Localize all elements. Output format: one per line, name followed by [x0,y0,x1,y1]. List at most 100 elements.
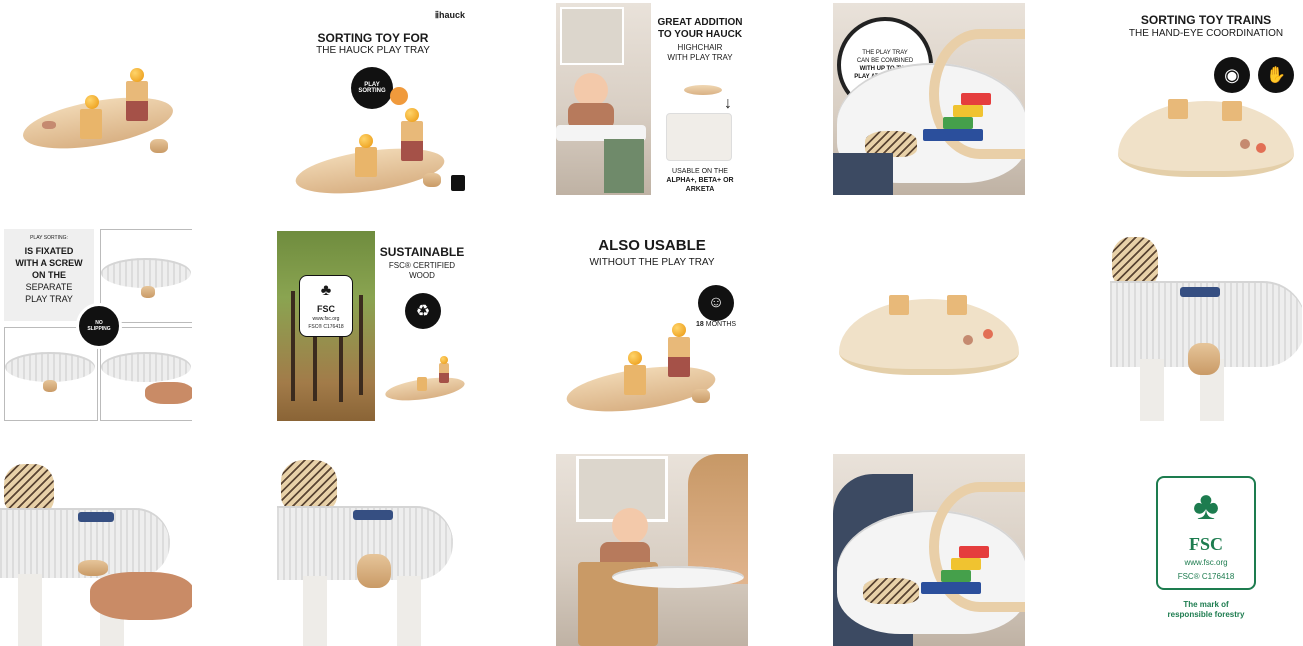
screw-knob [1188,343,1220,375]
wooden-block [624,365,646,395]
hand [90,572,192,620]
tile-title: SORTING TOY TRAINS [1140,13,1272,27]
screw-knob [78,560,108,576]
screw-knob [141,286,155,298]
fsc-code: FSC® C176418 [1177,572,1235,581]
mother [688,454,748,584]
xylophone-bar [941,570,971,582]
infographic-tile-great-addition[interactable]: GREAT ADDITION TO YOUR HAUCK HIGHCHAIR WIT… [556,3,748,195]
photo-tile-play-tray-combined[interactable]: THE PLAY TRAY CAN BE COMBINED WITH UP TO… [833,3,1025,195]
tree-check-icon: ♣ [1192,484,1220,528]
sorting-disc [983,329,993,339]
wooden-block [889,295,909,315]
tile-subtitle: THE HAND-EYE COORDINATION [1128,28,1284,39]
xylophone-bar [921,582,981,594]
tray-underside [101,258,191,288]
zebra-figure [281,460,337,512]
photo-tile-underside-hand[interactable] [0,454,192,646]
baby [612,508,648,544]
zebra-figure [1112,237,1158,287]
wooden-block [947,295,967,315]
screw-text: IS FIXATED WITH A SCREW ON THE SEPARATE … [15,246,83,304]
wooden-block [417,377,427,391]
wall-art [560,7,624,65]
tray-underside [101,352,191,382]
baby [574,73,608,107]
fsc-name: FSC [1188,534,1223,554]
play-sorting-badge: PLAY SORTING [351,67,393,109]
xylophone-bar [953,105,983,117]
orange-ball [672,323,686,337]
tile-subtitle: THE HAUCK PLAY TRAY [316,45,430,56]
fsc-label: ♣ FSC www.fsc.org FSC® C176418 [299,275,353,337]
xylophone-bar [951,558,981,570]
wooden-peg [423,173,441,187]
sorting-disc-icon [390,87,408,105]
tile-title: GREAT ADDITION TO YOUR HAUCK [657,17,743,40]
photo-tile-underside-1[interactable] [1110,229,1302,421]
screw-knob [43,380,57,392]
fsc-url: www.fsc.org [1184,558,1228,567]
child-face-icon: ☺ [698,285,734,321]
chair-leg [18,574,42,646]
tile-title: SUSTAINABLE [379,245,465,259]
product-image-tile-arc[interactable] [833,229,1025,421]
forest-photo: ♣ FSC www.fsc.org FSC® C176418 [277,231,375,421]
orange-ball [440,356,448,364]
chair-leg [397,576,421,646]
adult-arm [833,153,893,195]
tree-trunk [359,295,363,395]
tile-subtitle: FSC® CERTIFIED WOOD [388,261,456,280]
no-slipping-badge: NO SLIPPING [76,303,122,349]
age-label: 18 MONTHS [696,321,737,328]
white-play-tray [612,566,744,588]
infographic-tile-also-usable[interactable]: ALSO USABLE WITHOUT THE PLAY TRAY ☺ 18 M… [556,229,748,421]
tile-title: SORTING TOY FOR [317,31,429,45]
infographic-tile-sorting-toy[interactable]: ⅱhauck SORTING TOY FOR THE HAUCK PLAY TR… [277,3,469,195]
orange-ball [130,68,144,82]
photo-tile-baby-lifestyle[interactable] [556,454,748,646]
highchair-drawing [666,113,732,161]
infographic-tile-hand-eye[interactable]: SORTING TOY TRAINS THE HAND-EYE COORDINA… [1110,3,1302,195]
orange-ball [628,351,642,365]
usable-text: USABLE ON THE ALPHA+, BETA+ OR ARKETA [666,168,734,193]
tile-subtitle: WITHOUT THE PLAY TRAY [589,257,715,268]
sorting-disc [1256,143,1266,153]
blue-knob [1180,287,1220,297]
tile-title: ALSO USABLE [598,237,706,254]
zebra-figure [4,464,54,514]
xylophone-bar [961,93,991,105]
wooden-block [439,363,449,383]
orange-ball [405,108,419,122]
chair-leg [1140,359,1164,421]
product-image-tile-1[interactable] [0,3,192,195]
orange-ball [85,95,99,109]
tree-check-icon: ♣ [320,282,332,299]
infographic-tile-screw[interactable]: PLAY SORTING: IS FIXATED WITH A SCREW ON… [0,229,192,421]
recycle-globe-icon: ♻ [405,293,441,329]
wooden-block [80,109,102,139]
infographic-tile-sustainable[interactable]: ♣ FSC www.fsc.org FSC® C176418 SUSTAINAB… [277,229,469,421]
photo-tile-underside-2[interactable] [277,454,469,646]
sorting-disc [42,121,56,129]
blue-knob [78,512,114,522]
wooden-block [1222,101,1242,121]
sorting-arc-board [1118,101,1294,177]
orange-ball [359,134,373,148]
wooden-block [126,81,148,121]
fsc-certification-tile[interactable]: ♣ FSC www.fsc.org FSC® C176418 The mark … [1110,454,1302,646]
sorting-disc [963,335,973,345]
photo-tile-play-tray-top[interactable] [833,454,1025,646]
screw-knob [357,554,391,588]
wooden-tray [684,85,722,95]
hand-icon: ✋ [1258,57,1294,93]
arrow-down-icon: ↓ [724,95,732,112]
wooden-block [355,147,377,177]
tree-trunk [291,291,295,401]
xylophone-bar [923,129,983,141]
fsc-small-icon [451,175,465,191]
tile-subtitle: HIGHCHAIR WITH PLAY TRAY [667,43,733,62]
wooden-peg [150,139,168,153]
xylophone-bar [959,546,989,558]
tray-underside [5,352,95,382]
